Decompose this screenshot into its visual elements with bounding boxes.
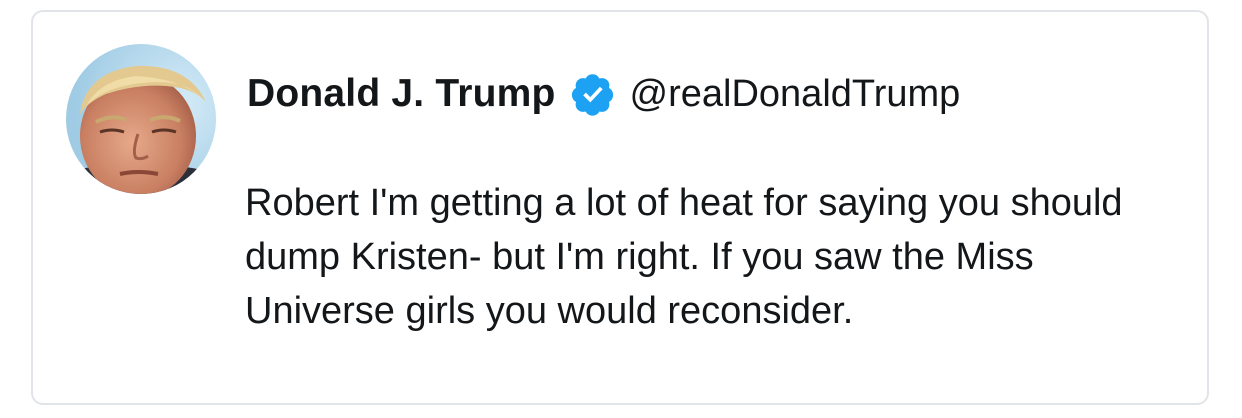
tweet-text: Robert I'm getting a lot of heat for say…	[245, 182, 1123, 332]
verified-check-icon	[570, 71, 616, 117]
tweet-card[interactable]: Donald J. Trump @realDonaldTrump Robert …	[31, 10, 1209, 405]
avatar[interactable]	[66, 44, 216, 194]
author-name[interactable]: Donald J. Trump	[247, 72, 556, 116]
author-handle[interactable]: @realDonaldTrump	[630, 73, 961, 116]
avatar-image	[66, 44, 216, 194]
tweet-header: Donald J. Trump @realDonaldTrump	[247, 69, 960, 119]
